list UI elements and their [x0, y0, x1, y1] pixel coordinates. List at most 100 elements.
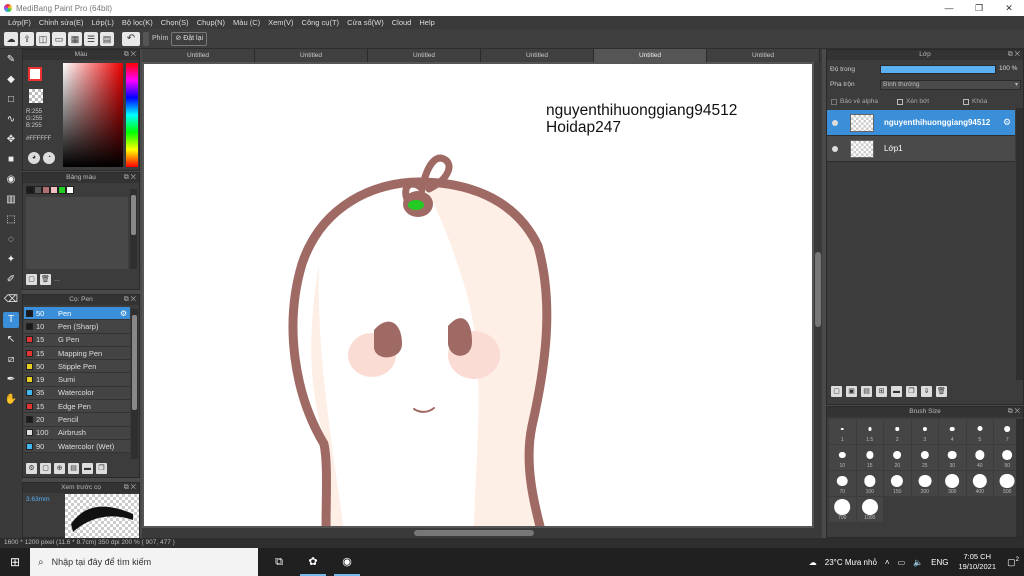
palette-swatch[interactable]	[42, 186, 50, 194]
brush-size-option[interactable]: 4	[939, 419, 966, 444]
color-picker-icon[interactable]: ◔	[43, 152, 55, 164]
background-color-swatch[interactable]	[29, 89, 43, 103]
panel-close-icon[interactable]: ⧉ ✕	[124, 483, 136, 493]
brush-size-option[interactable]: 5	[966, 419, 993, 444]
move-tool-icon[interactable]: ✥	[3, 132, 19, 148]
panel-close-icon[interactable]: ⧉ ✕	[124, 295, 136, 305]
operation-tool-icon[interactable]: ↖	[3, 332, 19, 348]
brush-settings-icon[interactable]: ⚙	[26, 463, 37, 474]
brush-size-option[interactable]: 700	[829, 497, 856, 522]
brush-tool-icon[interactable]: ✎	[3, 52, 19, 68]
tab-untitled-1[interactable]: Untitled	[142, 49, 255, 62]
panel-close-icon[interactable]: ⧉ ✕	[1008, 50, 1020, 60]
brush-size-option[interactable]: 40	[966, 445, 993, 470]
menu-window[interactable]: Cửa sổ(W)	[343, 18, 388, 27]
language-indicator[interactable]: ENG	[931, 558, 948, 567]
layer-row-layer1[interactable]: Lớp1	[827, 136, 1015, 162]
brush-size-option[interactable]: 200	[911, 471, 938, 496]
maximize-button[interactable]: ❐	[964, 0, 994, 16]
brush-item[interactable]: 15 G Pen	[24, 333, 130, 347]
brush-scrollbar[interactable]	[131, 309, 138, 459]
tab-untitled-3[interactable]: Untitled	[368, 49, 481, 62]
brush-size-option[interactable]: 300	[939, 471, 966, 496]
list-icon[interactable]: ☰	[84, 31, 98, 46]
menu-select[interactable]: Chọn(S)	[157, 18, 193, 27]
brush-size-scrollbar[interactable]	[1016, 419, 1023, 537]
menu-help[interactable]: Help	[415, 18, 438, 27]
lasso-tool-icon[interactable]: ◌	[3, 232, 19, 248]
undo-dropdown[interactable]	[143, 31, 149, 46]
taskbar-search[interactable]: ⌕ Nhập tại đây để tìm kiếm	[30, 548, 258, 576]
brush-item[interactable]: 19 Sumi	[24, 373, 130, 387]
brush-item[interactable]: 50 Stipple Pen	[24, 360, 130, 374]
chrome-taskbar-icon[interactable]: ◉	[334, 548, 360, 576]
panel-close-icon[interactable]: ⧉ ✕	[124, 50, 136, 60]
fill-rect-tool-icon[interactable]: ■	[3, 152, 19, 168]
duplicate-layer-icon[interactable]: ❐	[906, 386, 917, 397]
brush-item[interactable]: 35 Watercolor	[24, 386, 130, 401]
saturation-value-picker[interactable]	[63, 63, 123, 167]
canvas-area[interactable]: nguyenthihuonggiang94512 Hoidap247	[142, 62, 822, 538]
brush-size-option[interactable]: 1	[829, 419, 856, 444]
lock-checkbox[interactable]: Khóa	[963, 98, 987, 105]
layer-row-text[interactable]: nguyenthihuonggiang94512 ⚙	[827, 110, 1015, 136]
tab-untitled-5[interactable]: Untitled	[594, 49, 707, 62]
menu-layer[interactable]: Lớp(L)	[87, 18, 117, 27]
text-tool-icon[interactable]: T	[3, 312, 19, 328]
line-tool-icon[interactable]: ∿	[3, 112, 19, 128]
menu-file[interactable]: Lớp(F)	[4, 18, 35, 27]
reset-button[interactable]: ⊘ Đặt lại	[171, 31, 208, 46]
drawing-canvas[interactable]: nguyenthihuonggiang94512 Hoidap247	[144, 64, 812, 526]
gear-icon[interactable]: ⚙	[120, 309, 130, 318]
hue-slider[interactable]	[126, 63, 138, 167]
medibang-taskbar-icon[interactable]: ✿	[300, 548, 326, 576]
visibility-toggle-icon[interactable]	[832, 119, 838, 126]
upload-icon[interactable]: ⇪	[20, 31, 34, 46]
tab-untitled-2[interactable]: Untitled	[255, 49, 368, 62]
brush-size-option[interactable]: 2	[884, 419, 911, 444]
folder-icon[interactable]: ▬	[82, 463, 93, 474]
brush-size-option[interactable]: 400	[966, 471, 993, 496]
notification-icon[interactable]: ▢2	[1002, 557, 1024, 568]
select-tool-icon[interactable]: ⬚	[3, 212, 19, 228]
bucket-tool-icon[interactable]: ◉	[3, 172, 19, 188]
canvas-vertical-scrollbar[interactable]	[814, 62, 822, 538]
new-layer-icon[interactable]: ▢	[831, 386, 842, 397]
rectangle-tool-icon[interactable]: □	[3, 92, 19, 108]
add-brush-icon[interactable]: ⊕	[54, 463, 65, 474]
layer-scrollbar[interactable]	[1016, 108, 1023, 380]
panel-close-icon[interactable]: ⧉ ✕	[1008, 407, 1020, 417]
close-button[interactable]: ✕	[994, 0, 1024, 16]
delete-palette-icon[interactable]: 🗑	[40, 274, 51, 285]
task-view-icon[interactable]: ⧉	[266, 548, 292, 576]
cloud-icon[interactable]: ☁	[4, 31, 18, 46]
new-palette-icon[interactable]: ▢	[26, 274, 37, 285]
share-icon[interactable]: ◫	[36, 31, 50, 46]
settings-icon[interactable]: ▤	[100, 31, 114, 46]
brush-size-option[interactable]: 100	[856, 471, 883, 496]
new-brush-icon[interactable]: ▢	[40, 463, 51, 474]
select-pen-tool-icon[interactable]: ✐	[3, 272, 19, 288]
menu-tools[interactable]: Công cụ(T)	[298, 18, 344, 27]
color-mode-icon[interactable]: ◕	[28, 152, 40, 164]
folder-icon[interactable]: ▬	[891, 386, 902, 397]
foreground-color-swatch[interactable]	[28, 67, 42, 81]
tab-untitled-4[interactable]: Untitled	[481, 49, 594, 62]
tab-untitled-6[interactable]: Untitled	[707, 49, 820, 62]
merge-layer-icon[interactable]: ⇓	[921, 386, 932, 397]
palette-swatch[interactable]	[58, 186, 66, 194]
weather-icon[interactable]: ☁	[809, 558, 817, 567]
brush-size-option[interactable]: 70	[829, 471, 856, 496]
brush-size-option[interactable]: 150	[884, 471, 911, 496]
copy-brush-icon[interactable]: ▤	[68, 463, 79, 474]
select-eraser-tool-icon[interactable]: ⌫	[3, 292, 19, 308]
duplicate-brush-icon[interactable]: ❐	[96, 463, 107, 474]
gradient-tool-icon[interactable]: ▥	[3, 192, 19, 208]
brush-size-option[interactable]: 15	[856, 445, 883, 470]
clock[interactable]: 7:05 CH 19/10/2021	[958, 552, 996, 572]
menu-snap[interactable]: Chụp(N)	[193, 18, 229, 27]
clipping-checkbox[interactable]: Xén bớt	[897, 98, 929, 105]
brush-item[interactable]: 90 Watercolor (Wet)	[24, 439, 130, 454]
brush-size-option[interactable]: 3	[911, 419, 938, 444]
menu-color[interactable]: Màu (C)	[229, 18, 264, 27]
